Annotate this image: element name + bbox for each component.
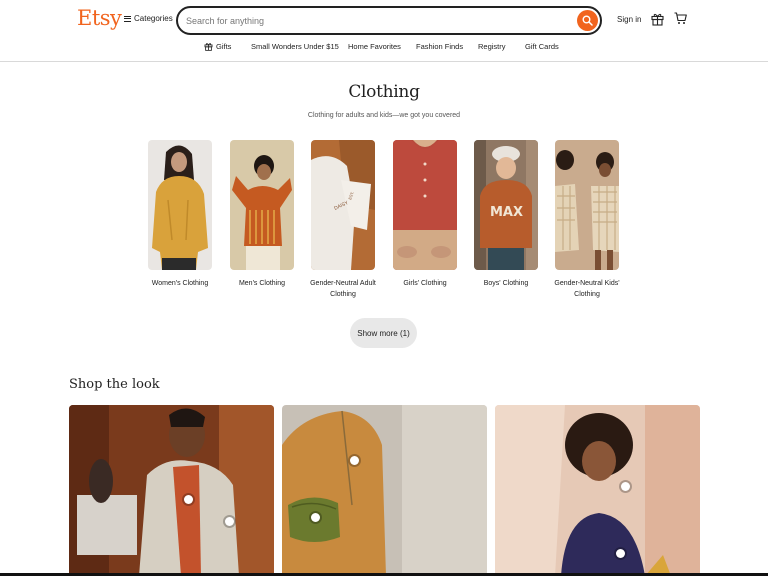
look-image xyxy=(495,405,700,576)
shop-the-look-title: Shop the look xyxy=(69,377,160,392)
cart-icon xyxy=(674,12,687,24)
category-label: Men's Clothing xyxy=(238,280,286,287)
menu-icon xyxy=(124,15,131,22)
product-hotspot[interactable] xyxy=(311,513,320,522)
search-button[interactable] xyxy=(577,10,598,31)
category-girls-clothing[interactable]: Girls' Clothing xyxy=(393,140,457,289)
category-womens-clothing[interactable]: Women's Clothing xyxy=(148,140,212,289)
look-image xyxy=(69,405,274,576)
category-gender-neutral-kids-clothing[interactable]: Gender-Neutral Kids' Clothing xyxy=(554,140,620,300)
category-image: DAISY EST. xyxy=(311,140,375,270)
svg-text:MAX: MAX xyxy=(490,205,523,220)
category-gender-neutral-adult-clothing[interactable]: DAISY EST. Gender-Neutral Adult Clothing xyxy=(310,140,376,300)
cart-button[interactable] xyxy=(674,12,687,30)
nav-fashion-finds[interactable]: Fashion Finds xyxy=(416,42,463,51)
look-card-3[interactable] xyxy=(495,405,700,576)
gift-button[interactable] xyxy=(651,12,664,31)
product-hotspot[interactable] xyxy=(350,456,359,465)
section-title: Clothing xyxy=(348,82,420,102)
header-divider xyxy=(0,61,768,62)
category-label: Gender-Neutral Adult Clothing xyxy=(310,280,376,298)
nav-small-wonders[interactable]: Small Wonders Under $15 xyxy=(251,42,339,51)
categories-label: Categories xyxy=(134,14,173,23)
gift-icon xyxy=(651,13,664,26)
look-card-2[interactable] xyxy=(282,405,487,576)
category-image xyxy=(393,140,457,270)
look-card-1[interactable] xyxy=(69,405,274,576)
product-hotspot[interactable] xyxy=(621,482,630,491)
etsy-logo[interactable]: Etsy xyxy=(77,6,122,30)
product-hotspot[interactable] xyxy=(225,517,234,526)
category-image xyxy=(230,140,294,270)
category-label: Women's Clothing xyxy=(151,280,209,287)
nav-registry[interactable]: Registry xyxy=(478,42,506,51)
show-more-button[interactable]: Show more (1) xyxy=(350,318,417,348)
category-mens-clothing[interactable]: Men's Clothing xyxy=(230,140,294,289)
category-boys-clothing[interactable]: MAX Boys' Clothing xyxy=(474,140,538,289)
section-subtitle: Clothing for adults and kids—we got you … xyxy=(307,112,461,119)
nav-gifts[interactable]: Gifts xyxy=(204,42,231,51)
category-label: Boys' Clothing xyxy=(483,280,529,287)
nav-gift-cards[interactable]: Gift Cards xyxy=(525,42,559,51)
search-bar xyxy=(176,6,602,35)
nav-home-favorites[interactable]: Home Favorites xyxy=(348,42,401,51)
look-image xyxy=(282,405,487,576)
search-input[interactable] xyxy=(186,13,566,29)
secondary-nav: Gifts Small Wonders Under $15 Home Favor… xyxy=(0,42,768,56)
category-label: Gender-Neutral Kids' Clothing xyxy=(554,280,620,298)
category-image xyxy=(148,140,212,270)
category-label: Girls' Clothing xyxy=(403,280,447,287)
category-image xyxy=(555,140,619,270)
categories-button[interactable]: Categories xyxy=(124,14,173,23)
gift-icon xyxy=(204,43,213,51)
sign-in-link[interactable]: Sign in xyxy=(617,15,641,24)
top-header: Etsy Categories Sign in xyxy=(0,0,768,40)
category-image: MAX xyxy=(474,140,538,270)
product-hotspot[interactable] xyxy=(184,495,193,504)
search-icon xyxy=(582,15,593,26)
nav-gifts-label: Gifts xyxy=(216,42,232,51)
product-hotspot[interactable] xyxy=(616,549,625,558)
